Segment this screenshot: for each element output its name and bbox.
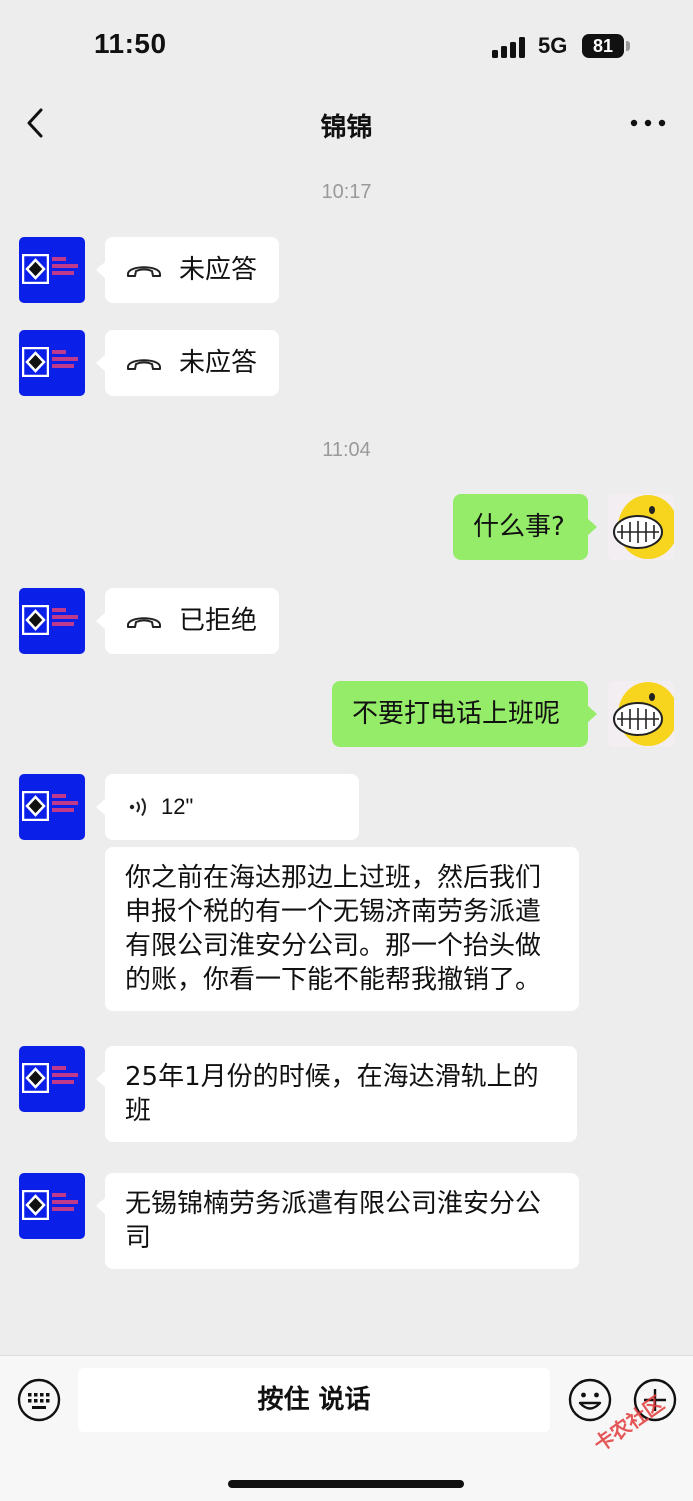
avatar-text-graphic (52, 350, 82, 374)
missed-call-bubble[interactable]: 未应答 (96, 237, 279, 303)
incoming-message[interactable]: 无锡锦楠劳务派遣有限公司淮安分公司 (96, 1173, 579, 1269)
call-status-text: 未应答 (179, 348, 258, 378)
battery-tip (626, 41, 630, 51)
signal-icon (492, 36, 528, 58)
avatar-text-graphic (52, 794, 82, 818)
status-time: 11:50 (94, 28, 167, 59)
call-status-text: 已拒绝 (179, 606, 258, 636)
logo-icon (22, 1190, 49, 1220)
status-bar: 11:50 5G 81 (0, 0, 693, 95)
logo-icon (22, 1063, 49, 1093)
avatar-text-graphic (52, 608, 82, 632)
duck-avatar-icon (613, 682, 674, 746)
battery-icon: 81 (582, 34, 624, 58)
nav-bar: 锦锦 (0, 95, 693, 155)
emoji-button[interactable] (568, 1378, 612, 1422)
avatar[interactable] (19, 237, 85, 303)
hold-to-talk-button[interactable]: 按住 说话 (78, 1368, 550, 1432)
declined-call-bubble[interactable]: 已拒绝 (96, 588, 279, 654)
call-status-text: 未应答 (179, 255, 258, 285)
phone-hangup-icon (127, 617, 161, 628)
keyboard-button[interactable] (17, 1378, 61, 1422)
avatar[interactable] (19, 330, 85, 396)
avatar-text-graphic (52, 257, 82, 281)
missed-call-bubble[interactable]: 未应答 (96, 330, 279, 396)
outgoing-message[interactable]: 什么事? (453, 494, 597, 560)
my-avatar[interactable] (608, 494, 674, 560)
avatar[interactable] (19, 1173, 85, 1239)
logo-icon (22, 347, 49, 377)
avatar[interactable] (19, 588, 85, 654)
more-button[interactable] (628, 111, 668, 135)
timestamp: 11:04 (322, 439, 371, 461)
network-type: 5G (538, 33, 568, 58)
voice-duration: 12" (161, 794, 194, 819)
emoji-icon (568, 1378, 612, 1422)
avatar[interactable] (19, 1046, 85, 1112)
phone-hangup-icon (127, 266, 161, 277)
avatar-text-graphic (52, 1066, 82, 1090)
logo-icon (22, 254, 49, 284)
phone-hangup-icon (127, 359, 161, 370)
my-avatar[interactable] (608, 681, 674, 747)
outgoing-message[interactable]: 不要打电话上班呢 (332, 681, 597, 747)
keyboard-icon (17, 1378, 61, 1422)
voice-wave-icon (129, 797, 146, 817)
more-icon (630, 119, 666, 127)
incoming-message[interactable]: 你之前在海达那边上过班，然后我们申报个税的有一个无锡济南劳务派遣有限公司淮安分公… (105, 847, 579, 1011)
avatar-text-graphic (52, 1193, 82, 1217)
logo-icon (22, 791, 49, 821)
home-indicator (228, 1480, 464, 1488)
timestamp: 10:17 (321, 181, 372, 203)
voice-message[interactable]: 12" (96, 774, 359, 840)
logo-icon (22, 605, 49, 635)
incoming-message[interactable]: 25年1月份的时候，在海达滑轨上的班 (96, 1046, 577, 1142)
chat-title: 锦锦 (320, 113, 373, 143)
avatar[interactable] (19, 774, 85, 840)
duck-avatar-icon (613, 495, 674, 559)
